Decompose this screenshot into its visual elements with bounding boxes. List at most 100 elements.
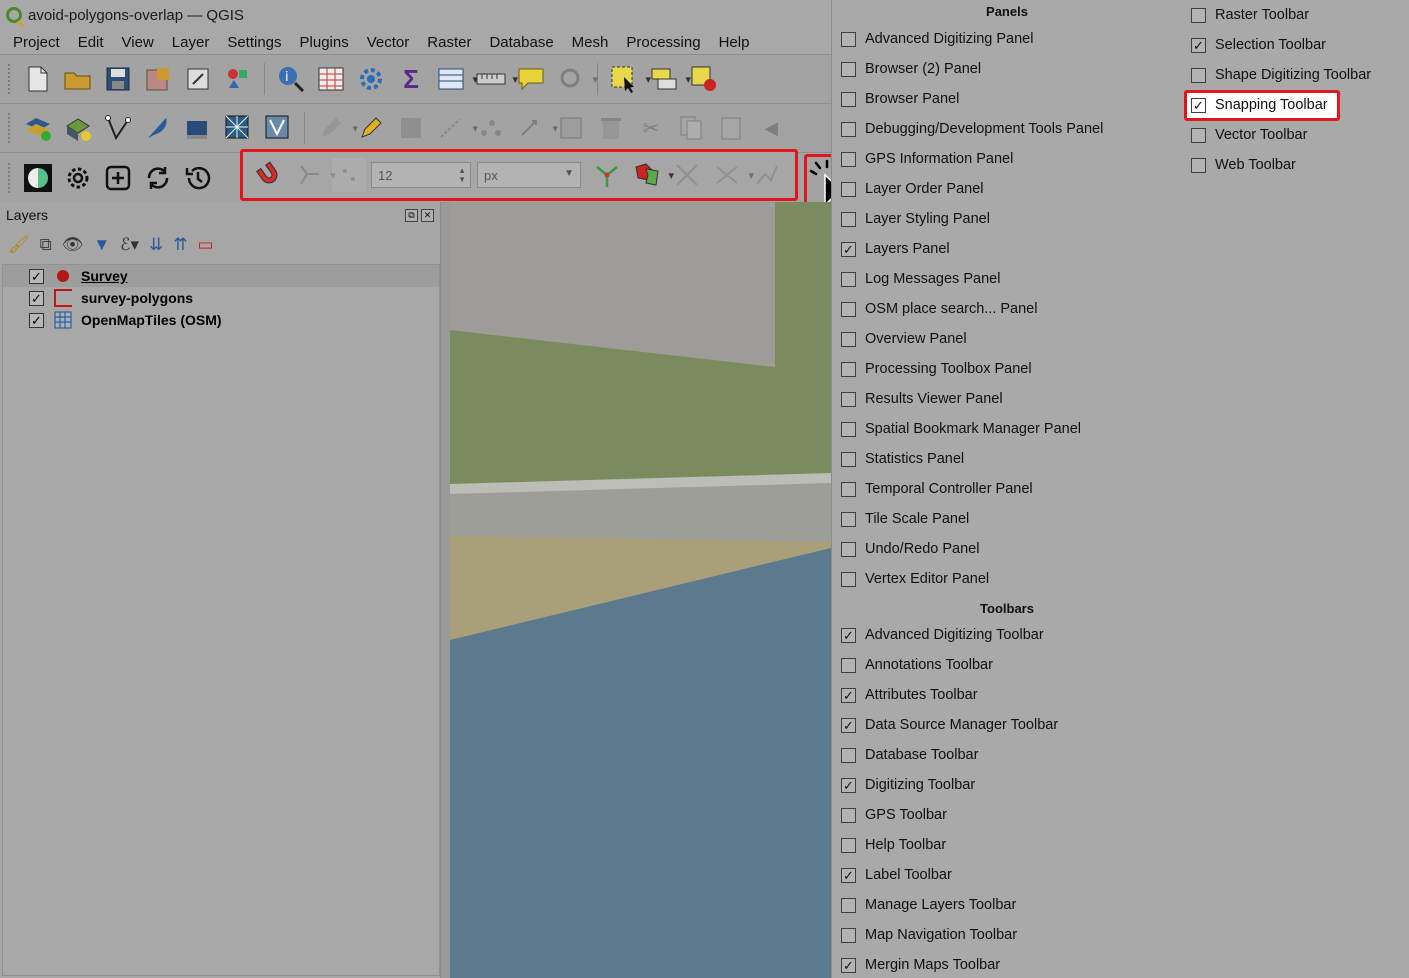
menu-checkbox[interactable]: ✓ bbox=[841, 957, 856, 973]
menu-checkbox[interactable] bbox=[841, 897, 856, 913]
processing-toolbox-icon[interactable] bbox=[354, 62, 388, 96]
layer-visibility-checkbox[interactable]: ✓ bbox=[29, 268, 44, 284]
menu-checkbox[interactable] bbox=[841, 421, 856, 437]
feather-digitize-icon[interactable] bbox=[141, 111, 175, 145]
cut-features-icon[interactable]: ✂ bbox=[634, 111, 668, 145]
paste-features-icon[interactable] bbox=[714, 111, 748, 145]
mergin-sync-icon[interactable] bbox=[141, 161, 175, 195]
menu-checkbox[interactable] bbox=[841, 657, 856, 673]
menu-checkbox[interactable]: ✓ bbox=[1191, 37, 1206, 53]
menu-item-selection-toolbar[interactable]: ✓ Selection Toolbar bbox=[1191, 30, 1326, 60]
data-source-manager-icon[interactable] bbox=[21, 111, 55, 145]
topological-editing-icon[interactable] bbox=[590, 158, 624, 192]
toolbar-grip[interactable] bbox=[8, 113, 12, 143]
toolbar-grip[interactable] bbox=[8, 64, 12, 94]
menu-checkbox[interactable] bbox=[841, 151, 856, 167]
menu-checkbox[interactable] bbox=[841, 211, 856, 227]
mergin-settings-gear-icon[interactable] bbox=[61, 161, 95, 195]
save-project-icon[interactable] bbox=[101, 62, 135, 96]
menu-item-results-viewer-panel[interactable]: Results Viewer Panel bbox=[841, 384, 1003, 414]
menu-item-log-messages-panel[interactable]: Log Messages Panel bbox=[841, 264, 1000, 294]
select-features-icon[interactable] bbox=[607, 62, 651, 96]
menu-checkbox[interactable] bbox=[841, 807, 856, 823]
menu-item-layers-panel[interactable]: ✓ Layers Panel bbox=[841, 234, 950, 264]
add-group-icon[interactable]: ⧉ bbox=[40, 235, 52, 255]
eye-visibility-icon[interactable]: 👁 bbox=[62, 235, 84, 255]
edit-pencil-icon[interactable] bbox=[314, 111, 358, 145]
menu-checkbox[interactable] bbox=[841, 927, 856, 943]
delete-selected-icon[interactable] bbox=[594, 111, 628, 145]
map-canvas[interactable] bbox=[450, 202, 831, 978]
menu-checkbox[interactable] bbox=[1191, 7, 1206, 23]
snap-unit-select[interactable]: px ▼ bbox=[477, 162, 581, 188]
layer-row-survey[interactable]: ✓ Survey bbox=[3, 265, 439, 287]
menu-checkbox[interactable]: ✓ bbox=[841, 867, 856, 883]
menu-checkbox[interactable] bbox=[841, 747, 856, 763]
menu-checkbox[interactable] bbox=[841, 61, 856, 77]
filter-legend-icon[interactable]: ▼ bbox=[93, 235, 110, 255]
menu-checkbox[interactable] bbox=[841, 391, 856, 407]
menu-checkbox[interactable] bbox=[841, 91, 856, 107]
menu-item-map-navigation-toolbar[interactable]: Map Navigation Toolbar bbox=[841, 920, 1017, 950]
menu-item-raster-toolbar[interactable]: Raster Toolbar bbox=[1191, 0, 1309, 30]
menu-item-browser-2-panel[interactable]: Browser (2) Panel bbox=[841, 54, 981, 84]
menu-checkbox[interactable] bbox=[841, 121, 856, 137]
menu-item-database-toolbar[interactable]: Database Toolbar bbox=[841, 740, 978, 770]
menu-item-spatial-bookmark-manager-panel[interactable]: Spatial Bookmark Manager Panel bbox=[841, 414, 1081, 444]
menu-project[interactable]: Project bbox=[4, 34, 69, 51]
layer-row-survey-polygons[interactable]: ✓ survey-polygons bbox=[3, 287, 439, 309]
menu-settings[interactable]: Settings bbox=[218, 34, 290, 51]
menu-checkbox[interactable] bbox=[841, 837, 856, 853]
close-panel-icon[interactable]: ✕ bbox=[421, 208, 434, 222]
menu-item-shape-digitizing-toolbar[interactable]: Shape Digitizing Toolbar bbox=[1191, 60, 1371, 90]
tracing-icon[interactable] bbox=[750, 158, 784, 192]
toolbar-grip[interactable] bbox=[8, 162, 12, 193]
vertex-tool-icon[interactable] bbox=[101, 111, 135, 145]
expand-all-icon[interactable]: ⇊ bbox=[149, 235, 163, 255]
toggle-editing-icon[interactable] bbox=[354, 111, 388, 145]
mergin-history-icon[interactable] bbox=[181, 161, 215, 195]
float-panel-icon[interactable]: ⧉ bbox=[405, 208, 418, 222]
menu-checkbox[interactable] bbox=[841, 451, 856, 467]
undo-icon[interactable]: ◀ bbox=[754, 111, 788, 145]
menu-checkbox[interactable] bbox=[841, 541, 856, 557]
menu-item-attributes-toolbar[interactable]: ✓ Attributes Toolbar bbox=[841, 680, 978, 710]
menu-item-manage-layers-toolbar[interactable]: Manage Layers Toolbar bbox=[841, 890, 1016, 920]
modify-attributes-icon[interactable] bbox=[554, 111, 588, 145]
menu-item-advanced-digitizing-panel[interactable]: Advanced Digitizing Panel bbox=[841, 24, 1033, 54]
filter-expression-icon[interactable]: ℰ▾ bbox=[120, 235, 139, 255]
menu-raster[interactable]: Raster bbox=[418, 34, 480, 51]
add-point-icon[interactable] bbox=[474, 111, 508, 145]
menu-view[interactable]: View bbox=[113, 34, 163, 51]
menu-checkbox[interactable]: ✓ bbox=[841, 717, 856, 733]
snap-tolerance-input[interactable]: 12 ▲ ▼ bbox=[371, 162, 471, 188]
deselect-icon[interactable] bbox=[687, 62, 721, 96]
mergin-create-project-icon[interactable] bbox=[101, 161, 135, 195]
menu-item-label-toolbar[interactable]: ✓ Label Toolbar bbox=[841, 860, 952, 890]
menu-checkbox[interactable] bbox=[841, 481, 856, 497]
menu-item-digitizing-toolbar[interactable]: ✓ Digitizing Toolbar bbox=[841, 770, 975, 800]
spin-arrows-icon[interactable]: ▲ ▼ bbox=[458, 166, 466, 184]
mesh-icon[interactable] bbox=[221, 111, 255, 145]
menu-item-debugging-development-tools-panel[interactable]: Debugging/Development Tools Panel bbox=[841, 114, 1103, 144]
measure-icon[interactable] bbox=[474, 62, 518, 96]
snap-type-icon[interactable] bbox=[332, 158, 376, 192]
menu-edit[interactable]: Edit bbox=[69, 34, 113, 51]
menu-item-layer-styling-panel[interactable]: Layer Styling Panel bbox=[841, 204, 990, 234]
menu-processing[interactable]: Processing bbox=[617, 34, 709, 51]
menu-checkbox[interactable] bbox=[841, 181, 856, 197]
menu-vector[interactable]: Vector bbox=[358, 34, 419, 51]
menu-checkbox[interactable]: ✓ bbox=[841, 627, 856, 643]
menu-item-layer-order-panel[interactable]: Layer Order Panel bbox=[841, 174, 983, 204]
menu-item-processing-toolbox-panel[interactable]: Processing Toolbox Panel bbox=[841, 354, 1032, 384]
gps-device-icon[interactable] bbox=[181, 111, 215, 145]
layer-visibility-checkbox[interactable]: ✓ bbox=[29, 312, 44, 328]
save-edits-icon[interactable] bbox=[394, 111, 428, 145]
menu-item-osm-place-search-panel[interactable]: OSM place search... Panel bbox=[841, 294, 1037, 324]
menu-checkbox[interactable] bbox=[841, 511, 856, 527]
menu-checkbox[interactable] bbox=[841, 571, 856, 587]
menu-item-gps-information-panel[interactable]: GPS Information Panel bbox=[841, 144, 1013, 174]
menu-layer[interactable]: Layer bbox=[163, 34, 219, 51]
new-layer-icon[interactable] bbox=[61, 111, 95, 145]
gear-search-icon[interactable] bbox=[554, 62, 598, 96]
